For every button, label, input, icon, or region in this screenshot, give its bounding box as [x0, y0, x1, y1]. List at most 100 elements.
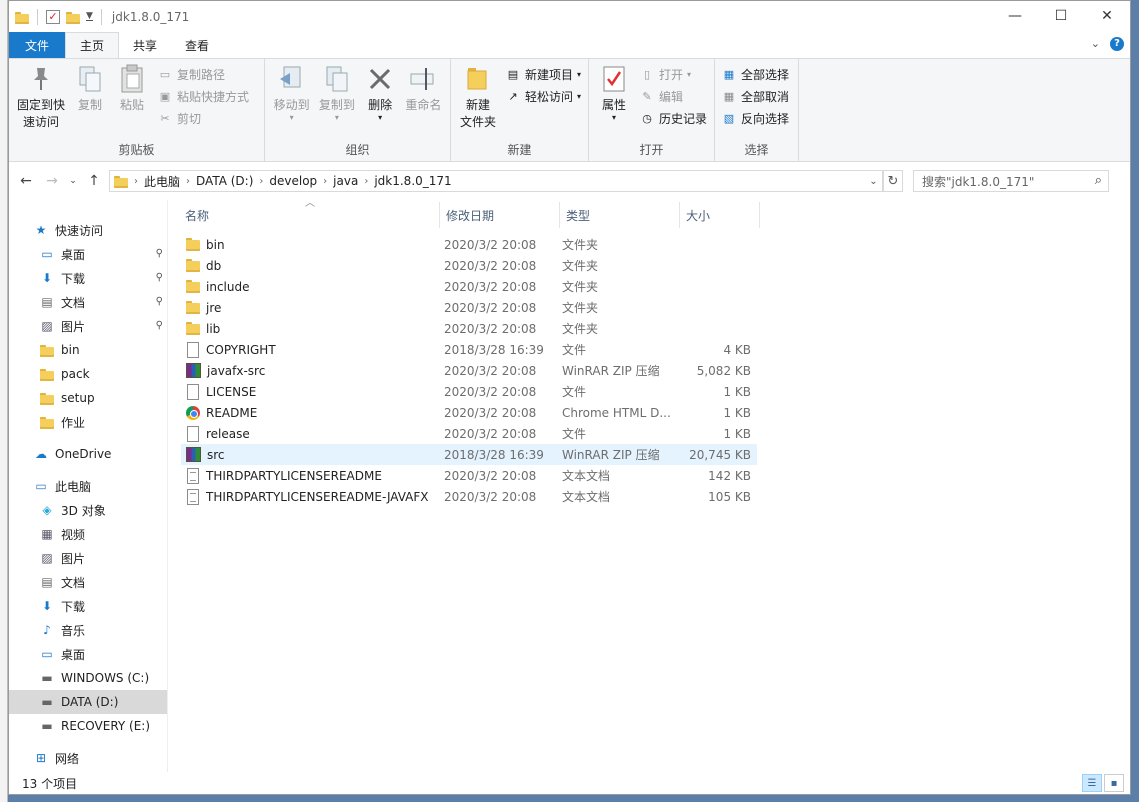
nav-item[interactable]: ⬇ 下载 ⚲ [9, 266, 167, 290]
nav-item[interactable]: ▭ 此电脑 [9, 474, 167, 498]
forward-arrow-icon[interactable]: → [41, 173, 63, 189]
nav-item[interactable]: ▨ 图片 [9, 546, 167, 570]
address-bar[interactable]: › 此电脑 › DATA (D:) › develop › java › jdk… [109, 170, 883, 192]
nav-item[interactable]: ▤ 文档 [9, 570, 167, 594]
paste-shortcut-button[interactable]: ▣ 粘贴快捷方式 [157, 87, 249, 105]
up-arrow-icon[interactable]: ↑ [83, 173, 105, 189]
nav-item[interactable]: ◈ 3D 对象 [9, 498, 167, 522]
nav-item-label: 音乐 [61, 623, 86, 638]
cut-button[interactable]: ✂ 剪切 [157, 109, 249, 127]
star-icon: ★ [35, 223, 47, 237]
nav-item-label: 图片 [61, 551, 86, 566]
nav-item[interactable]: ▨ 图片 ⚲ [9, 314, 167, 338]
edit-button[interactable]: ✎ 编辑 [639, 87, 707, 105]
file-size: 105 KB [708, 489, 751, 504]
nav-item[interactable]: ▬ WINDOWS (C:) [9, 666, 167, 690]
select-all-button[interactable]: ▦ 全部选择 [721, 65, 789, 83]
details-view-icon[interactable]: ☰ [1082, 774, 1102, 792]
file-size: 1 KB [723, 426, 751, 441]
invert-selection-button[interactable]: ▧ 反向选择 [721, 109, 789, 127]
breadcrumb-jdk[interactable]: jdk1.8.0_171 [374, 174, 451, 188]
file-name: db [206, 258, 222, 273]
nav-item[interactable]: bin [9, 338, 167, 362]
file-row[interactable]: db 2020/3/2 20:08 文件夹 [181, 255, 757, 276]
breadcrumb-java[interactable]: java [333, 174, 358, 188]
nav-item-label: 快速访问 [55, 223, 104, 238]
file-row[interactable]: javafx-src 2020/3/2 20:08 WinRAR ZIP 压缩 5,0… [181, 360, 757, 381]
copy-path-button[interactable]: ▭ 复制路径 [157, 65, 249, 83]
file-row[interactable]: README 2020/3/2 20:08 Chrome HTML D... 1 KB [181, 402, 757, 423]
search-input[interactable]: 搜索"jdk1.8.0_171" ⌕ [913, 170, 1109, 192]
column-date[interactable]: 修改日期 [440, 200, 560, 230]
nav-item[interactable]: ▬ RECOVERY (E:) [9, 714, 167, 738]
large-icons-view-icon[interactable]: ▪ [1104, 774, 1124, 792]
nav-item[interactable]: ▭ 桌面 [9, 642, 167, 666]
breadcrumb-this-pc[interactable]: 此电脑 [144, 173, 180, 190]
nav-item[interactable]: pack [9, 362, 167, 386]
navigation-pane: ★ 快速访问 ▭ 桌面 ⚲ ⬇ 下载 ⚲ ▤ 文档 ⚲ ▨ 图片 ⚲ bin pack setup 作业 ☁ OneD… [9, 200, 168, 772]
invert-selection-icon: ▧ [723, 111, 735, 125]
breadcrumb-develop[interactable]: develop [269, 174, 317, 188]
nav-item[interactable]: ▤ 文档 ⚲ [9, 290, 167, 314]
music-icon: ♪ [43, 623, 51, 637]
file-row[interactable]: THIRDPARTYLICENSEREADME-JAVAFX 2020/3/2 2… [181, 486, 757, 507]
tab-home[interactable]: 主页 [65, 32, 120, 58]
nav-item[interactable]: setup [9, 386, 167, 410]
nav-item[interactable]: ▦ 视频 [9, 522, 167, 546]
search-icon: ⌕ [1094, 173, 1102, 188]
file-name: javafx-src [207, 363, 266, 378]
file-row[interactable]: THIRDPARTYLICENSEREADME 2020/3/2 20:08 文本文… [181, 465, 757, 486]
nav-item[interactable]: ▭ 桌面 ⚲ [9, 242, 167, 266]
nav-item[interactable]: ▬ DATA (D:) [9, 690, 167, 714]
minimize-icon[interactable]: — [992, 1, 1038, 31]
close-icon[interactable]: ✕ [1084, 1, 1130, 31]
file-row[interactable]: include 2020/3/2 20:08 文件夹 [181, 276, 757, 297]
file-row[interactable]: src 2018/3/28 16:39 WinRAR ZIP 压缩 20,745 KB [181, 444, 757, 465]
file-list: 名称 ︿ 修改日期 类型 大小 bin 2020/3/2 20:08 文件夹 db 20… [167, 198, 1130, 772]
nav-item[interactable]: ⬇ 下载 [9, 594, 167, 618]
new-folder-icon[interactable] [66, 10, 80, 24]
column-name[interactable]: 名称 ︿ [185, 198, 440, 230]
easy-access-button[interactable]: ↗ 轻松访问 ▾ [505, 87, 581, 105]
expand-ribbon-icon[interactable]: ⌄ [1091, 37, 1100, 51]
nav-item[interactable]: 作业 [9, 410, 167, 434]
refresh-icon[interactable]: ↻ [883, 170, 903, 192]
address-dropdown-icon[interactable]: ⌄ [864, 175, 882, 187]
breadcrumb-data-drive[interactable]: DATA (D:) [196, 174, 253, 188]
column-type[interactable]: 类型 [560, 200, 680, 230]
file-name: THIRDPARTYLICENSEREADME-JAVAFX [206, 489, 429, 504]
file-name: THIRDPARTYLICENSEREADME [206, 468, 382, 483]
open-button[interactable]: ▯ 打开 ▾ [639, 65, 707, 83]
nav-item[interactable]: ♪ 音乐 [9, 618, 167, 642]
history-button[interactable]: ◷ 历史记录 [639, 109, 707, 127]
properties-icon [599, 63, 629, 95]
new-item-icon: ▤ [507, 67, 519, 81]
nav-item-label: 下载 [61, 599, 86, 614]
recent-locations-icon[interactable]: ⌄ [67, 176, 79, 186]
tab-view[interactable]: 查看 [171, 32, 223, 58]
tab-share[interactable]: 共享 [119, 32, 171, 58]
tab-file[interactable]: 文件 [9, 32, 66, 58]
folder-icon [186, 321, 200, 337]
back-arrow-icon[interactable]: ← [15, 173, 37, 189]
nav-item[interactable]: ★ 快速访问 [9, 218, 167, 242]
sort-ascending-icon: ︿ [305, 198, 315, 209]
file-row[interactable]: release 2020/3/2 20:08 文件 1 KB [181, 423, 757, 444]
file-row[interactable]: bin 2020/3/2 20:08 文件夹 [181, 234, 757, 255]
new-item-button[interactable]: ▤ 新建项目 ▾ [505, 65, 581, 83]
nav-item[interactable]: ☁ OneDrive [9, 442, 167, 466]
select-none-button[interactable]: ▦ 全部取消 [721, 87, 789, 105]
file-row[interactable]: LICENSE 2020/3/2 20:08 文件 1 KB [181, 381, 757, 402]
maximize-icon[interactable]: ☐ [1038, 1, 1084, 31]
background-window-edge [0, 0, 8, 802]
folder-icon [39, 366, 55, 382]
column-size[interactable]: 大小 [680, 200, 760, 230]
file-row[interactable]: lib 2020/3/2 20:08 文件夹 [181, 318, 757, 339]
help-icon[interactable]: ? [1110, 37, 1124, 51]
properties-icon[interactable]: ✓ [46, 9, 60, 24]
easy-access-icon: ↗ [508, 89, 518, 103]
customize-toolbar-icon[interactable]: ▼ [86, 12, 93, 21]
file-row[interactable]: COPYRIGHT 2018/3/28 16:39 文件 4 KB [181, 339, 757, 360]
file-row[interactable]: jre 2020/3/2 20:08 文件夹 [181, 297, 757, 318]
nav-item[interactable]: ⊞ 网络 [9, 746, 167, 770]
